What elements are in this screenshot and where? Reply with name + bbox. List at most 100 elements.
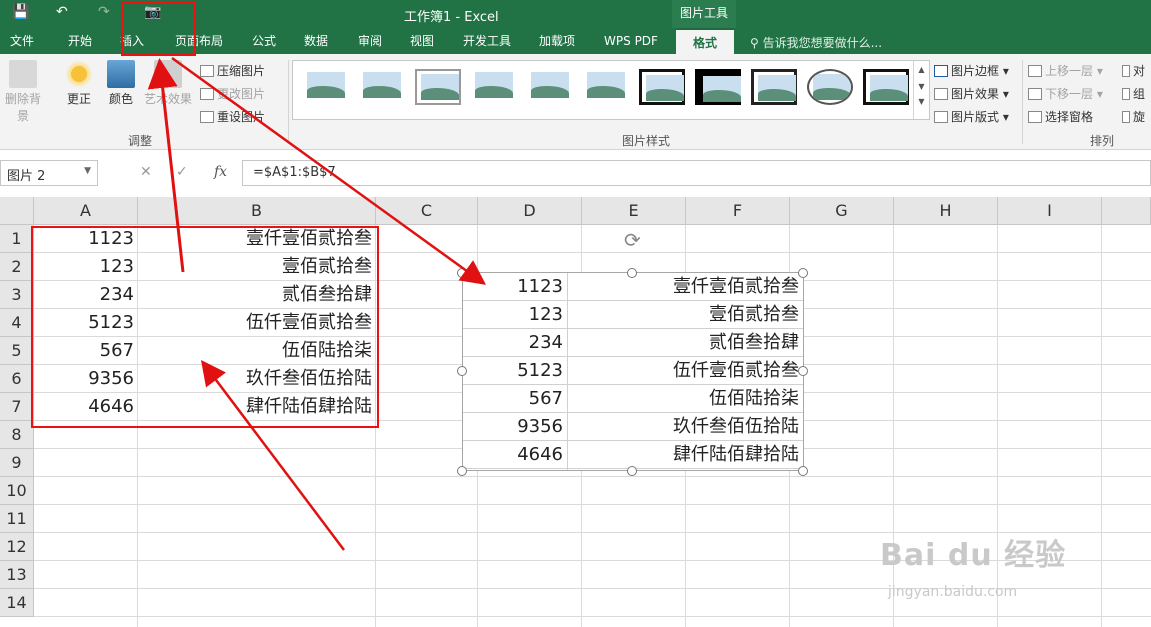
cell-a[interactable]: 123 [34,253,134,281]
style-thumb[interactable] [527,69,573,105]
style-thumb[interactable] [359,69,405,105]
row-header[interactable]: 4 [0,309,34,337]
picture-styles-gallery[interactable]: ▲ ▼ ▼ [292,60,930,120]
tab-wps-pdf[interactable]: WPS PDF [598,28,664,54]
style-thumb[interactable] [751,69,797,105]
cell-a[interactable]: 234 [34,281,134,309]
resize-handle[interactable] [627,268,637,278]
column-header[interactable]: H [894,197,998,225]
tab-review[interactable]: 审阅 [350,28,390,54]
resize-handle[interactable] [457,268,467,278]
tab-addins[interactable]: 加载项 [532,28,582,54]
tab-file[interactable]: 文件 [4,28,40,54]
chevron-down-icon[interactable]: ▼ [84,166,91,176]
cell-a[interactable]: 5123 [34,309,134,337]
cell-b[interactable]: 壹仟壹佰贰拾叁 [138,225,372,253]
remove-background-button[interactable]: 删除背景 [0,60,46,124]
picture-border-button[interactable]: 图片边框 ▾ [934,62,1009,79]
cell-b[interactable]: 伍仟壹佰贰拾叁 [138,309,372,337]
gallery-scroll[interactable]: ▲ ▼ ▼ [913,61,929,119]
resize-handle[interactable] [798,366,808,376]
cell-b[interactable]: 肆仟陆佰肆拾陆 [138,393,372,421]
tab-data[interactable]: 数据 [296,28,336,54]
send-backward-button[interactable]: 下移一层 ▾ [1028,85,1103,102]
column-header[interactable]: G [790,197,894,225]
column-header[interactable]: A [34,197,138,225]
insert-function-icon[interactable]: fx [214,164,227,180]
column-header-extra[interactable] [1102,197,1151,225]
row-header[interactable]: 6 [0,365,34,393]
color-button[interactable]: 颜色 [102,60,140,107]
chevron-up-icon[interactable]: ▲ [914,65,929,74]
rotate-button[interactable]: 旋 [1122,108,1145,125]
picture-layout-button[interactable]: 图片版式 ▾ [934,108,1009,125]
artistic-effects-button[interactable]: 艺术效果 [142,60,194,107]
redo-icon[interactable]: ↷ [98,4,110,20]
row-header[interactable]: 9 [0,449,34,477]
chevron-down-icon[interactable]: ▼ [914,82,929,91]
name-box[interactable]: 图片 2 ▼ [0,160,98,186]
resize-handle[interactable] [457,366,467,376]
column-header[interactable]: F [686,197,790,225]
corrections-button[interactable]: 更正 [60,60,98,107]
column-header[interactable]: D [478,197,582,225]
compress-pictures-button[interactable]: 压缩图片 [200,62,265,79]
cell-b[interactable]: 玖仟叁佰伍拾陆 [138,365,372,393]
resize-handle[interactable] [798,268,808,278]
cell-b[interactable]: 壹佰贰拾叁 [138,253,372,281]
row-header[interactable]: 3 [0,281,34,309]
tab-view[interactable]: 视图 [402,28,442,54]
cell-a[interactable]: 1123 [34,225,134,253]
tab-developer[interactable]: 开发工具 [456,28,518,54]
group-button[interactable]: 组 [1122,85,1145,102]
row-header[interactable]: 8 [0,421,34,449]
resize-handle[interactable] [798,466,808,476]
camera-icon[interactable]: 📷 [144,4,161,20]
align-button[interactable]: 对 [1122,62,1145,79]
row-header[interactable]: 13 [0,561,34,589]
tab-formulas[interactable]: 公式 [244,28,284,54]
linked-picture[interactable]: 1123 壹仟壹佰贰拾叁 123 壹佰贰拾叁 234 贰佰叁拾肆 5123 伍仟壹佰贰拾叁 56… [462,272,804,471]
row-header[interactable]: 7 [0,393,34,421]
row-header[interactable]: 10 [0,477,34,505]
cell-a[interactable]: 567 [34,337,134,365]
row-header[interactable]: 5 [0,337,34,365]
reset-picture-button[interactable]: 重设图片 [200,108,265,125]
rotate-handle-icon[interactable]: ⟳ [624,228,641,252]
row-header[interactable]: 14 [0,589,34,617]
style-thumb[interactable] [639,69,685,105]
formula-input[interactable]: =$A$1:$B$7 [242,160,1151,186]
picture-effects-button[interactable]: 图片效果 ▾ [934,85,1009,102]
style-thumb[interactable] [863,69,909,105]
row-header[interactable]: 2 [0,253,34,281]
style-thumb[interactable] [583,69,629,105]
style-thumb[interactable] [695,69,741,105]
style-thumb[interactable] [415,69,461,105]
row-header[interactable]: 11 [0,505,34,533]
row-header[interactable]: 1 [0,225,34,253]
cell-a[interactable]: 9356 [34,365,134,393]
tell-me-box[interactable]: ⚲ 告诉我您想要做什么... [750,34,882,51]
tab-page-layout[interactable]: 页面布局 [166,28,232,54]
selection-pane-button[interactable]: 选择窗格 [1028,108,1093,125]
cell-b[interactable]: 伍佰陆拾柒 [138,337,372,365]
save-icon[interactable]: 💾 [12,4,29,20]
column-header[interactable]: E [582,197,686,225]
tab-home[interactable]: 开始 [60,28,100,54]
resize-handle[interactable] [457,466,467,476]
cell-b[interactable]: 贰佰叁拾肆 [138,281,372,309]
column-header[interactable]: B [138,197,376,225]
change-picture-button[interactable]: 更改图片 [200,85,265,102]
cancel-icon[interactable]: ✕ [140,164,152,180]
select-all-corner[interactable] [0,197,34,225]
tab-format[interactable]: 格式 [676,28,734,54]
style-thumb[interactable] [807,69,853,105]
cell-a[interactable]: 4646 [34,393,134,421]
style-thumb[interactable] [303,69,349,105]
tab-insert[interactable]: 插入 [112,28,152,54]
undo-icon[interactable]: ↶ [56,4,68,20]
row-header[interactable]: 12 [0,533,34,561]
style-thumb[interactable] [471,69,517,105]
column-header[interactable]: I [998,197,1102,225]
more-icon[interactable]: ▼ [914,97,929,106]
